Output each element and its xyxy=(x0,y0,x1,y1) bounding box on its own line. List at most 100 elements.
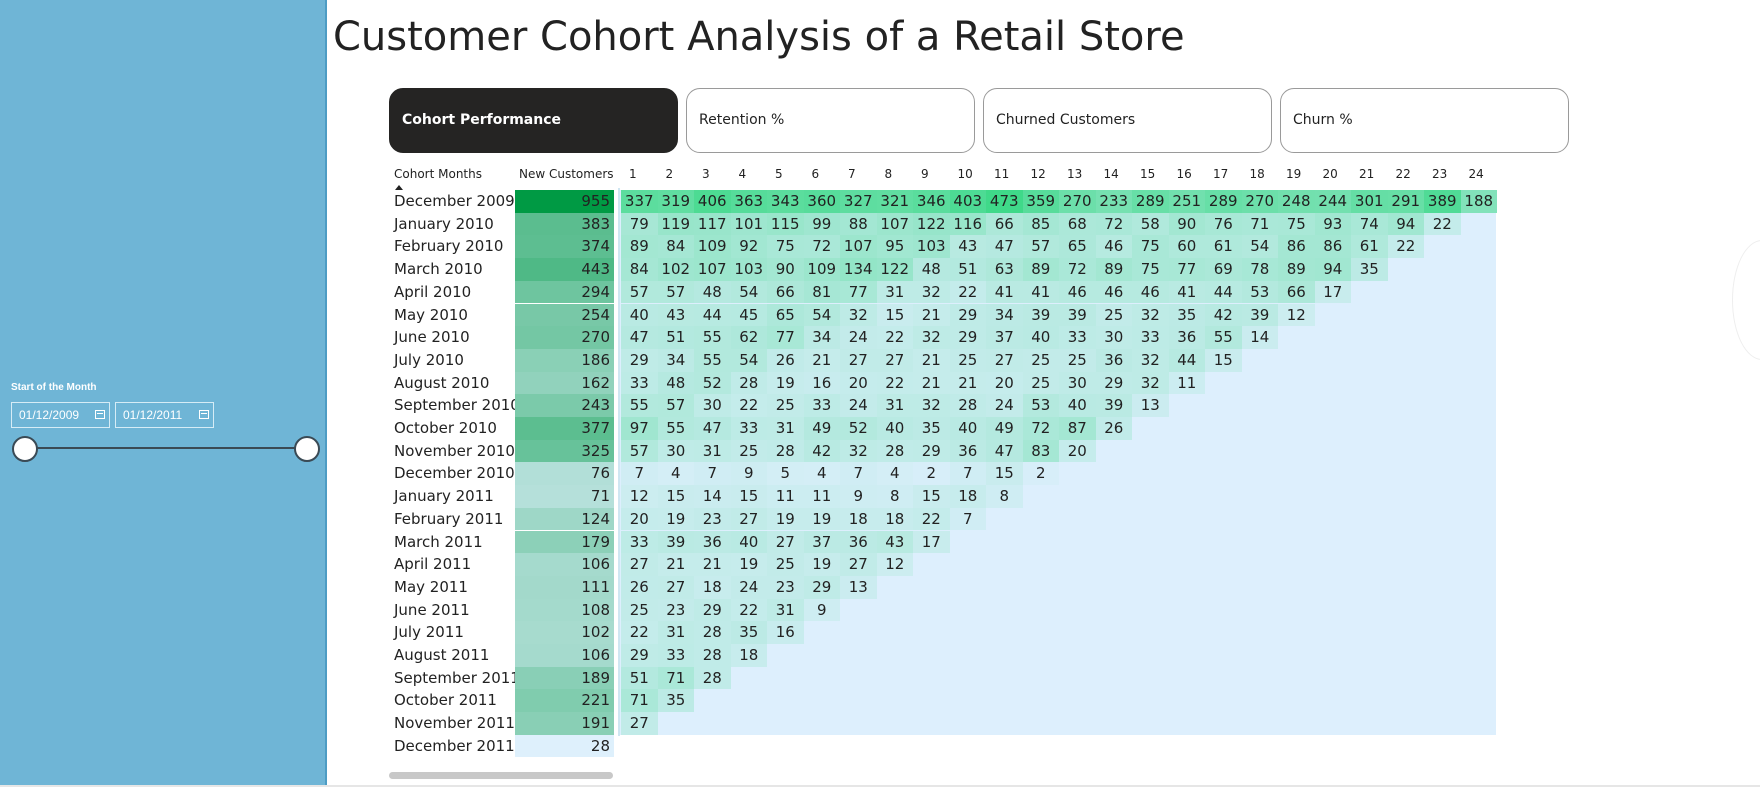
cohort-row-label[interactable]: August 2010 xyxy=(394,372,489,395)
new-customers-cell: 270 xyxy=(515,326,614,349)
header-period-21[interactable]: 21 xyxy=(1359,163,1374,185)
header-new-customers[interactable]: New Customers xyxy=(519,163,614,185)
header-period-18[interactable]: 18 xyxy=(1250,163,1265,185)
cohort-row-label[interactable]: May 2011 xyxy=(394,576,468,599)
cohort-row-label[interactable]: January 2010 xyxy=(394,213,494,236)
cohort-value-cell: 71 xyxy=(1241,212,1278,236)
cohort-value-cell: 58 xyxy=(1132,212,1169,236)
cohort-value-cell: 28 xyxy=(694,621,731,644)
cohort-row-label[interactable]: July 2010 xyxy=(394,349,464,372)
cohort-value-cell: 55 xyxy=(694,326,731,349)
header-period-24[interactable]: 24 xyxy=(1469,163,1484,185)
cohort-row-label[interactable]: January 2011 xyxy=(394,485,494,508)
header-period-19[interactable]: 19 xyxy=(1286,163,1301,185)
cohort-value-cell: 22 xyxy=(1424,212,1461,236)
cohort-row-label[interactable]: April 2010 xyxy=(394,281,471,304)
header-period-17[interactable]: 17 xyxy=(1213,163,1228,185)
tab-retention-percent[interactable]: Retention % xyxy=(686,88,975,153)
cohort-row-label[interactable]: August 2011 xyxy=(394,644,489,667)
cohort-value-cell: 39 xyxy=(657,530,694,554)
cohort-value-cell: 60 xyxy=(1168,235,1205,259)
slider-end-handle[interactable] xyxy=(294,436,320,462)
cohort-row-label[interactable]: September 2010 xyxy=(394,394,520,417)
tab-churn-percent[interactable]: Churn % xyxy=(1280,88,1569,153)
header-period-7[interactable]: 7 xyxy=(848,163,856,185)
cohort-value-cell: 11 xyxy=(803,485,840,508)
header-period-9[interactable]: 9 xyxy=(921,163,929,185)
header-period-22[interactable]: 22 xyxy=(1396,163,1411,185)
header-period-13[interactable]: 13 xyxy=(1067,163,1082,185)
cohort-row-label[interactable]: April 2011 xyxy=(394,553,471,576)
header-period-4[interactable]: 4 xyxy=(739,163,747,185)
tab-churned-customers[interactable]: Churned Customers xyxy=(983,88,1272,153)
cohort-value-cell: 72 xyxy=(803,235,840,259)
header-period-12[interactable]: 12 xyxy=(1031,163,1046,185)
cohort-value-cell: 47 xyxy=(986,439,1023,463)
new-customers-cell: 189 xyxy=(515,666,614,690)
cohort-value-cell: 9 xyxy=(730,462,767,486)
cohort-value-cell: 25 xyxy=(730,439,767,463)
cohort-row-label[interactable]: December 2010 xyxy=(394,462,515,485)
header-cohort-months[interactable]: Cohort Months xyxy=(394,163,482,185)
header-period-16[interactable]: 16 xyxy=(1177,163,1192,185)
header-period-10[interactable]: 10 xyxy=(958,163,973,185)
cohort-value-cell: 2 xyxy=(913,462,950,486)
calendar-icon[interactable] xyxy=(199,410,209,419)
header-period-8[interactable]: 8 xyxy=(885,163,893,185)
start-date-input[interactable]: 01/12/2009 xyxy=(11,402,110,428)
cohort-value-cell: 29 xyxy=(621,348,658,372)
cohort-value-cell: 343 xyxy=(767,190,804,213)
header-period-2[interactable]: 2 xyxy=(666,163,674,185)
tab-cohort-performance[interactable]: Cohort Performance xyxy=(389,88,678,153)
new-customers-cell: 71 xyxy=(515,485,614,508)
cohort-value-cell: 39 xyxy=(1022,303,1059,327)
cohort-value-cell: 7 xyxy=(949,462,986,486)
cohort-value-cell: 19 xyxy=(730,553,767,576)
page-edge-decoration xyxy=(1732,240,1760,360)
header-period-20[interactable]: 20 xyxy=(1323,163,1338,185)
header-period-3[interactable]: 3 xyxy=(702,163,710,185)
cohort-value-cell: 33 xyxy=(1059,326,1096,349)
cohort-value-cell: 21 xyxy=(694,553,731,576)
cohort-row-label[interactable]: October 2010 xyxy=(394,417,497,440)
header-period-23[interactable]: 23 xyxy=(1432,163,1447,185)
cohort-value-cell: 75 xyxy=(1278,212,1315,236)
calendar-icon[interactable] xyxy=(95,410,105,419)
cohort-value-cell: 26 xyxy=(767,348,804,372)
header-period-11[interactable]: 11 xyxy=(994,163,1009,185)
header-period-1[interactable]: 1 xyxy=(629,163,637,185)
header-period-14[interactable]: 14 xyxy=(1104,163,1119,185)
cohort-value-cell: 53 xyxy=(1241,280,1278,304)
cohort-value-cell: 25 xyxy=(949,348,986,372)
cohort-value-cell: 28 xyxy=(767,439,804,463)
cohort-row-label[interactable]: June 2011 xyxy=(394,599,470,622)
cohort-row-label[interactable]: February 2010 xyxy=(394,235,503,258)
cohort-row-label[interactable]: March 2010 xyxy=(394,258,483,281)
cohort-row-label[interactable]: February 2011 xyxy=(394,508,503,531)
new-customers-cell: 179 xyxy=(515,530,614,554)
cohort-row-label[interactable]: December 2011 xyxy=(394,735,515,758)
header-period-6[interactable]: 6 xyxy=(812,163,820,185)
cohort-row-label[interactable]: December 2009 xyxy=(394,190,515,213)
header-period-5[interactable]: 5 xyxy=(775,163,783,185)
cohort-value-cell: 21 xyxy=(913,348,950,372)
cohort-value-cell: 54 xyxy=(730,348,767,372)
cohort-value-cell: 19 xyxy=(767,507,804,531)
cohort-row-label[interactable]: November 2011 xyxy=(394,712,515,735)
header-period-15[interactable]: 15 xyxy=(1140,163,1155,185)
cohort-value-cell: 25 xyxy=(1095,303,1132,327)
cohort-row-label[interactable]: June 2010 xyxy=(394,326,470,349)
end-date-input[interactable]: 01/12/2011 xyxy=(115,402,214,428)
cohort-row-label[interactable]: July 2011 xyxy=(394,621,464,644)
cohort-row-label[interactable]: September 2011 xyxy=(394,667,520,690)
cohort-value-cell: 66 xyxy=(767,280,804,304)
cohort-value-cell: 65 xyxy=(767,303,804,327)
date-range-slider-track[interactable] xyxy=(25,447,307,449)
cohort-row-label[interactable]: May 2010 xyxy=(394,304,468,327)
cohort-row-label[interactable]: March 2011 xyxy=(394,531,483,554)
cohort-row-label[interactable]: November 2010 xyxy=(394,440,515,463)
cohort-row-label[interactable]: October 2011 xyxy=(394,689,497,712)
horizontal-scrollbar[interactable] xyxy=(389,772,613,779)
cohort-value-cell: 28 xyxy=(876,439,913,463)
slider-start-handle[interactable] xyxy=(12,436,38,462)
